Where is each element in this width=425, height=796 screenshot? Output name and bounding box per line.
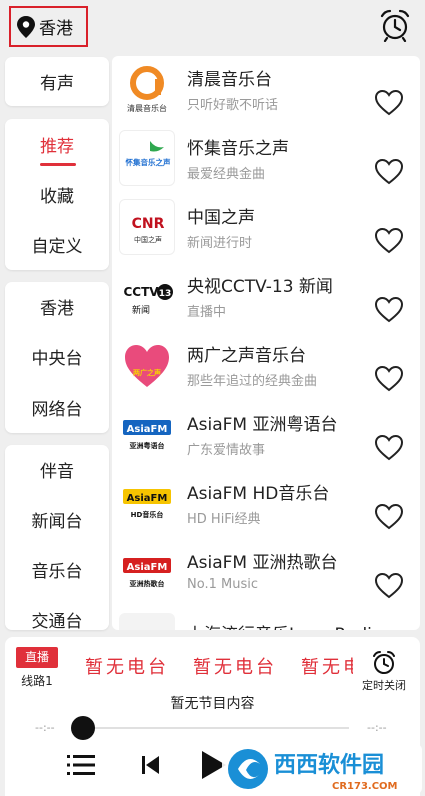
lianguang-logo: 两广之声	[119, 337, 175, 393]
category-item[interactable]: 网络台	[5, 395, 109, 420]
playlist-icon[interactable]	[67, 753, 95, 777]
category-item[interactable]: 新闻台	[5, 507, 109, 532]
svg-text:AsiaFM: AsiaFM	[127, 493, 168, 504]
favorite-heart-icon[interactable]	[374, 434, 404, 461]
asiafm-yue-logo: AsiaFM 亚洲粤语台	[119, 406, 175, 462]
favorite-heart-icon[interactable]	[374, 572, 404, 599]
station-row[interactable]: CNR 中国之声 中国之声 新闻进行时	[112, 194, 420, 263]
svg-text:两广之声: 两广之声	[133, 368, 161, 377]
category-item[interactable]: 伴音	[5, 457, 109, 482]
svg-text:清晨音乐台: 清晨音乐台	[127, 103, 167, 113]
category-item[interactable]: 有声	[5, 69, 109, 94]
svg-text:怀集音乐之声: 怀集音乐之声	[126, 157, 171, 167]
station-desc: 新闻进行时	[187, 236, 253, 251]
top-bar: 香港	[0, 0, 425, 55]
svg-text:CR173.COM: CR173.COM	[332, 781, 398, 792]
station-name: 上海流行音乐Love Radio	[187, 620, 382, 630]
svg-text:新闻: 新闻	[132, 304, 150, 316]
cnr-logo: CNR 中国之声	[119, 199, 175, 255]
station-row[interactable]: AsiaFM 亚洲粤语台 AsiaFM 亚洲粤语台 广东爱情故事	[112, 401, 420, 470]
category-group-type: 伴音 新闻台 音乐台 交通台	[5, 445, 109, 630]
progress-track[interactable]	[81, 727, 349, 729]
watermark-logo: 西西软件园 CR173.COM	[222, 744, 422, 794]
active-underline	[40, 163, 76, 166]
location-selector[interactable]: 香港	[9, 6, 88, 47]
svg-text:AsiaFM: AsiaFM	[127, 562, 168, 573]
category-group-main: 推荐 收藏 自定义	[5, 119, 109, 270]
svg-text:AsiaFM: AsiaFM	[127, 424, 168, 435]
svg-text:CNR: CNR	[132, 216, 165, 232]
progress-knob[interactable]	[71, 716, 95, 740]
location-pin-icon	[17, 15, 35, 38]
category-group-region: 香港 中央台 网络台	[5, 282, 109, 433]
elapsed-time: --:--	[35, 721, 55, 734]
station-desc: No.1 Music	[187, 577, 258, 592]
location-label: 香港	[39, 19, 73, 39]
category-item[interactable]: 自定义	[5, 232, 109, 257]
station-marquee: 暂无电台 暂无电台 暂无电台	[85, 653, 353, 679]
favorite-heart-icon[interactable]	[374, 158, 404, 185]
favorite-heart-icon[interactable]	[374, 89, 404, 116]
station-name: 怀集音乐之声	[187, 139, 289, 159]
svg-text:中国之声: 中国之声	[134, 235, 162, 244]
asiafm-hd-logo: AsiaFM HD音乐台	[119, 475, 175, 531]
station-row[interactable]: 清晨音乐台 清晨音乐台 只听好歌不听话	[112, 56, 420, 125]
svg-text:亚洲粤语台: 亚洲粤语台	[130, 441, 165, 450]
station-desc: 那些年追过的经典金曲	[187, 374, 318, 389]
category-item[interactable]: 收藏	[5, 182, 109, 207]
category-group-audio: 有声	[5, 57, 109, 106]
timer-icon[interactable]	[372, 650, 396, 676]
svg-text:CCTV: CCTV	[123, 285, 159, 299]
category-item[interactable]: 香港	[5, 294, 109, 319]
station-list[interactable]: 清晨音乐台 清晨音乐台 只听好歌不听话 怀集音乐之声 怀集音乐之声 最爱经典金曲…	[112, 56, 420, 630]
huaiji-logo: 怀集音乐之声	[119, 130, 175, 186]
station-row[interactable]: AsiaFM 亚洲热歌台 AsiaFM 亚洲热歌台 No.1 Music	[112, 539, 420, 608]
station-name: AsiaFM 亚洲热歌台	[187, 553, 338, 573]
svg-text:13: 13	[159, 289, 172, 299]
program-info: 暂无节目内容	[170, 696, 255, 712]
total-time: --:--	[367, 721, 387, 734]
previous-icon[interactable]	[142, 755, 160, 775]
station-name: 央视CCTV-13 新闻	[187, 277, 333, 297]
station-desc: 直播中	[187, 305, 227, 320]
favorite-heart-icon[interactable]	[374, 227, 404, 254]
station-row[interactable]: 两广之声 两广之声音乐台 那些年追过的经典金曲	[112, 332, 420, 401]
station-row[interactable]: AsiaFM HD音乐台 AsiaFM HD音乐台 HD HiFi经典	[112, 470, 420, 539]
line-selector[interactable]: 线路1	[16, 671, 58, 691]
live-badge: 直播	[16, 647, 58, 668]
station-name: 两广之声音乐台	[187, 346, 306, 366]
asiafm-hot-logo: AsiaFM 亚洲热歌台	[119, 544, 175, 600]
cctv13-logo: CCTV 13 新闻	[119, 268, 175, 324]
category-item[interactable]: 交通台	[5, 607, 109, 630]
marquee-text: 暂无电台	[301, 657, 353, 678]
qingchen-logo: 清晨音乐台	[119, 61, 175, 117]
svg-text:HD音乐台: HD音乐台	[131, 510, 164, 519]
station-row[interactable]: CCTV 13 新闻 央视CCTV-13 新闻 直播中	[112, 263, 420, 332]
favorite-heart-icon[interactable]	[374, 365, 404, 392]
svg-text:西西软件园: 西西软件园	[274, 752, 384, 778]
station-row[interactable]: 上海流行音乐Love Radio	[112, 608, 420, 630]
station-desc: 广东爱情故事	[187, 443, 266, 458]
category-item-active[interactable]: 推荐	[5, 132, 109, 157]
station-name: 中国之声	[187, 208, 255, 228]
station-desc: 只听好歌不听话	[187, 98, 279, 113]
marquee-text: 暂无电台	[85, 657, 169, 678]
favorite-heart-icon[interactable]	[374, 296, 404, 323]
partial-logo	[119, 613, 175, 630]
station-row[interactable]: 怀集音乐之声 怀集音乐之声 最爱经典金曲	[112, 125, 420, 194]
station-desc: 最爱经典金曲	[187, 167, 266, 182]
svg-text:亚洲热歌台: 亚洲热歌台	[130, 579, 165, 588]
favorite-heart-icon[interactable]	[374, 503, 404, 530]
station-name: 清晨音乐台	[187, 70, 272, 90]
station-desc: HD HiFi经典	[187, 512, 261, 527]
alarm-clock-icon[interactable]	[379, 8, 411, 42]
category-item[interactable]: 中央台	[5, 344, 109, 369]
category-item[interactable]: 音乐台	[5, 557, 109, 582]
timer-label[interactable]: 定时关闭	[361, 677, 407, 693]
marquee-text: 暂无电台	[193, 657, 277, 678]
station-name: AsiaFM 亚洲粤语台	[187, 415, 338, 435]
station-name: AsiaFM HD音乐台	[187, 484, 330, 504]
